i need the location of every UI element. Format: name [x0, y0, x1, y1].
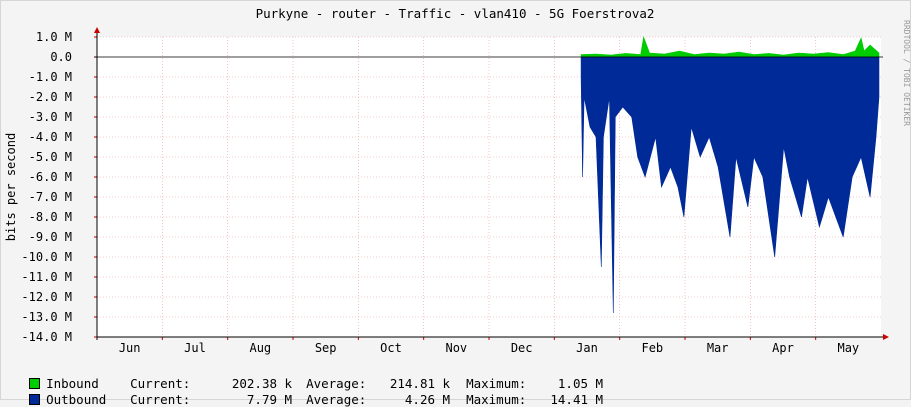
y-tick-label: -1.0 M: [29, 70, 72, 84]
y-tick-label: -14.0 M: [21, 330, 72, 344]
x-tick-label: May: [837, 341, 859, 355]
y-tick-label: -6.0 M: [29, 170, 72, 184]
y-tick-label: 1.0 M: [36, 30, 72, 44]
y-axis-label: bits per second: [4, 133, 18, 241]
legend-row-outbound: Outbound Current: 7.79 M Average: 4.26 M Maxi…: [14, 377, 603, 407]
y-tick-label: -9.0 M: [29, 230, 72, 244]
x-tick-label: Apr: [772, 341, 794, 355]
x-tick-label: Jul: [184, 341, 206, 355]
y-tick-label: -2.0 M: [29, 90, 72, 104]
x-tick-label: Dec: [511, 341, 533, 355]
y-tick-label: -12.0 M: [21, 290, 72, 304]
chart-title: Purkyne - router - Traffic - vlan410 - 5…: [256, 6, 655, 21]
y-tick-label: -3.0 M: [29, 110, 72, 124]
y-tick-label: -8.0 M: [29, 210, 72, 224]
y-axis-arrow: [94, 27, 100, 33]
y-tick-label: -5.0 M: [29, 150, 72, 164]
y-tick-label: -11.0 M: [21, 270, 72, 284]
y-tick-label: 0.0: [50, 50, 72, 64]
x-tick-label: Jan: [576, 341, 598, 355]
x-tick-label: Feb: [641, 341, 663, 355]
x-tick-label: Aug: [249, 341, 271, 355]
x-axis-arrow: [883, 334, 889, 340]
x-tick-label: Jun: [119, 341, 141, 355]
x-tick-label: Sep: [315, 341, 337, 355]
x-tick-labels: Jun Jul Aug Sep Oct Nov Dec Jan Feb Mar Apr May: [119, 341, 859, 355]
y-tick-label: -13.0 M: [21, 310, 72, 324]
x-tick-label: Oct: [380, 341, 402, 355]
traffic-chart: Purkyne - router - Traffic - vlan410 - 5…: [4, 6, 911, 355]
x-tick-label: Mar: [707, 341, 729, 355]
y-tick-labels: 1.0 M 0.0 -1.0 M -2.0 M -3.0 M -4.0 M -5.0 M -6…: [21, 30, 72, 344]
x-tick-label: Nov: [445, 341, 467, 355]
y-tick-label: -10.0 M: [21, 250, 72, 264]
rrdtool-credit: RRDTOOL / TOBI OETIKER: [902, 20, 911, 126]
y-tick-label: -4.0 M: [29, 130, 72, 144]
y-tick-label: -7.0 M: [29, 190, 72, 204]
